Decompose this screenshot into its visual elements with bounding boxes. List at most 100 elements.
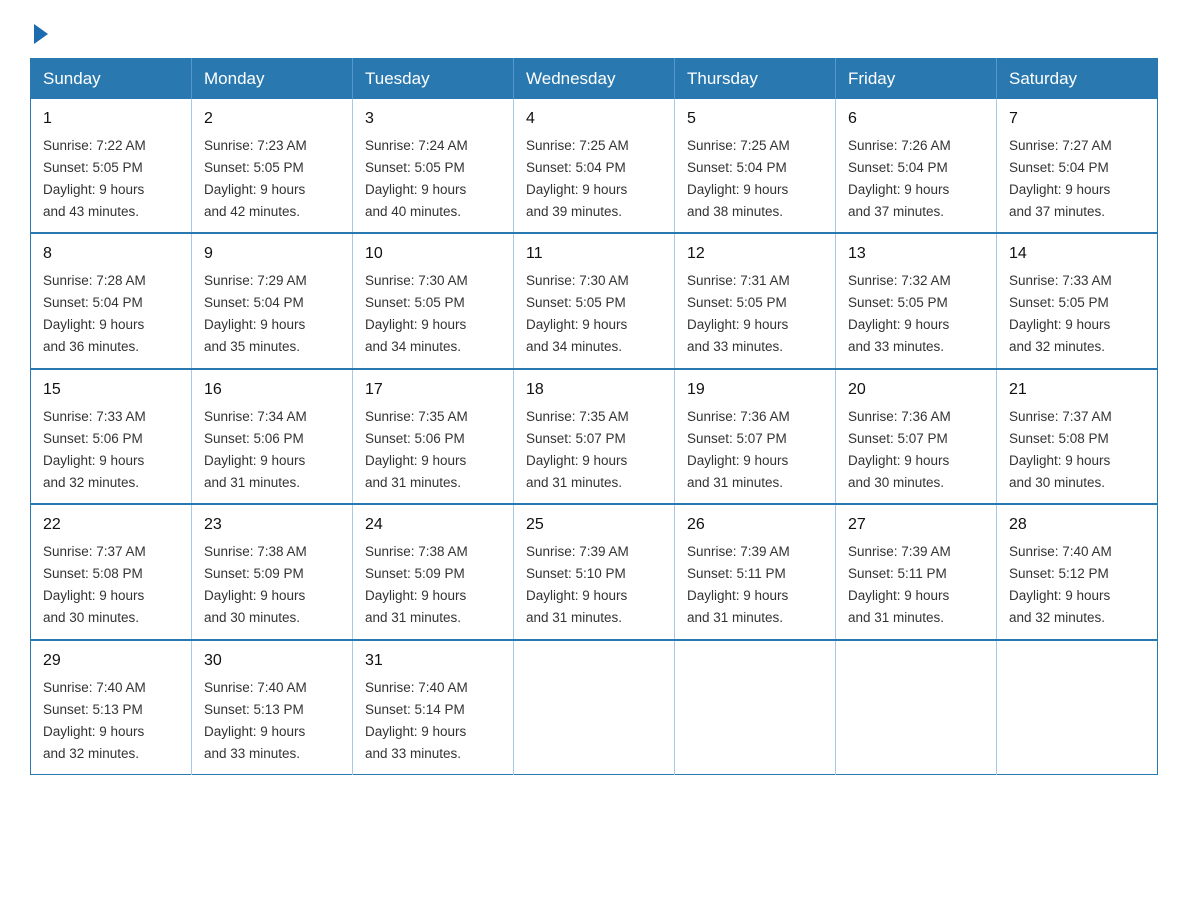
calendar-day-cell: 15 Sunrise: 7:33 AMSunset: 5:06 PMDaylig…: [31, 369, 192, 504]
calendar-day-cell: 4 Sunrise: 7:25 AMSunset: 5:04 PMDayligh…: [514, 99, 675, 233]
day-number: 11: [526, 242, 664, 267]
calendar-day-cell: 29 Sunrise: 7:40 AMSunset: 5:13 PMDaylig…: [31, 640, 192, 775]
calendar-week-row: 29 Sunrise: 7:40 AMSunset: 5:13 PMDaylig…: [31, 640, 1158, 775]
day-number: 6: [848, 107, 986, 132]
weekday-header-row: SundayMondayTuesdayWednesdayThursdayFrid…: [31, 59, 1158, 100]
weekday-header-cell: Wednesday: [514, 59, 675, 100]
day-info: Sunrise: 7:24 AMSunset: 5:05 PMDaylight:…: [365, 138, 468, 219]
day-number: 25: [526, 513, 664, 538]
day-info: Sunrise: 7:38 AMSunset: 5:09 PMDaylight:…: [365, 544, 468, 625]
weekday-header-cell: Saturday: [997, 59, 1158, 100]
day-number: 13: [848, 242, 986, 267]
day-number: 31: [365, 649, 503, 674]
calendar-day-cell: 28 Sunrise: 7:40 AMSunset: 5:12 PMDaylig…: [997, 504, 1158, 639]
day-info: Sunrise: 7:39 AMSunset: 5:11 PMDaylight:…: [848, 544, 951, 625]
day-number: 22: [43, 513, 181, 538]
day-number: 17: [365, 378, 503, 403]
day-info: Sunrise: 7:40 AMSunset: 5:12 PMDaylight:…: [1009, 544, 1112, 625]
day-number: 5: [687, 107, 825, 132]
calendar-day-cell: 18 Sunrise: 7:35 AMSunset: 5:07 PMDaylig…: [514, 369, 675, 504]
day-number: 10: [365, 242, 503, 267]
day-number: 24: [365, 513, 503, 538]
calendar-body: 1 Sunrise: 7:22 AMSunset: 5:05 PMDayligh…: [31, 99, 1158, 775]
day-info: Sunrise: 7:38 AMSunset: 5:09 PMDaylight:…: [204, 544, 307, 625]
calendar-day-cell: 26 Sunrise: 7:39 AMSunset: 5:11 PMDaylig…: [675, 504, 836, 639]
day-number: 15: [43, 378, 181, 403]
calendar-table: SundayMondayTuesdayWednesdayThursdayFrid…: [30, 58, 1158, 775]
day-info: Sunrise: 7:37 AMSunset: 5:08 PMDaylight:…: [1009, 409, 1112, 490]
calendar-day-cell: [675, 640, 836, 775]
day-number: 29: [43, 649, 181, 674]
calendar-day-cell: 5 Sunrise: 7:25 AMSunset: 5:04 PMDayligh…: [675, 99, 836, 233]
day-number: 26: [687, 513, 825, 538]
calendar-week-row: 22 Sunrise: 7:37 AMSunset: 5:08 PMDaylig…: [31, 504, 1158, 639]
calendar-day-cell: 2 Sunrise: 7:23 AMSunset: 5:05 PMDayligh…: [192, 99, 353, 233]
day-info: Sunrise: 7:25 AMSunset: 5:04 PMDaylight:…: [526, 138, 629, 219]
day-info: Sunrise: 7:25 AMSunset: 5:04 PMDaylight:…: [687, 138, 790, 219]
day-number: 3: [365, 107, 503, 132]
day-info: Sunrise: 7:23 AMSunset: 5:05 PMDaylight:…: [204, 138, 307, 219]
calendar-day-cell: [997, 640, 1158, 775]
day-info: Sunrise: 7:30 AMSunset: 5:05 PMDaylight:…: [526, 273, 629, 354]
calendar-day-cell: 11 Sunrise: 7:30 AMSunset: 5:05 PMDaylig…: [514, 233, 675, 368]
calendar-day-cell: 9 Sunrise: 7:29 AMSunset: 5:04 PMDayligh…: [192, 233, 353, 368]
calendar-week-row: 8 Sunrise: 7:28 AMSunset: 5:04 PMDayligh…: [31, 233, 1158, 368]
day-info: Sunrise: 7:32 AMSunset: 5:05 PMDaylight:…: [848, 273, 951, 354]
day-number: 23: [204, 513, 342, 538]
day-info: Sunrise: 7:29 AMSunset: 5:04 PMDaylight:…: [204, 273, 307, 354]
day-info: Sunrise: 7:40 AMSunset: 5:13 PMDaylight:…: [43, 680, 146, 761]
calendar-day-cell: 19 Sunrise: 7:36 AMSunset: 5:07 PMDaylig…: [675, 369, 836, 504]
day-info: Sunrise: 7:39 AMSunset: 5:10 PMDaylight:…: [526, 544, 629, 625]
day-info: Sunrise: 7:30 AMSunset: 5:05 PMDaylight:…: [365, 273, 468, 354]
day-info: Sunrise: 7:40 AMSunset: 5:13 PMDaylight:…: [204, 680, 307, 761]
day-info: Sunrise: 7:27 AMSunset: 5:04 PMDaylight:…: [1009, 138, 1112, 219]
calendar-day-cell: 25 Sunrise: 7:39 AMSunset: 5:10 PMDaylig…: [514, 504, 675, 639]
calendar-day-cell: 10 Sunrise: 7:30 AMSunset: 5:05 PMDaylig…: [353, 233, 514, 368]
day-number: 28: [1009, 513, 1147, 538]
day-number: 12: [687, 242, 825, 267]
calendar-day-cell: 1 Sunrise: 7:22 AMSunset: 5:05 PMDayligh…: [31, 99, 192, 233]
day-info: Sunrise: 7:40 AMSunset: 5:14 PMDaylight:…: [365, 680, 468, 761]
day-info: Sunrise: 7:33 AMSunset: 5:06 PMDaylight:…: [43, 409, 146, 490]
day-number: 20: [848, 378, 986, 403]
day-number: 19: [687, 378, 825, 403]
calendar-day-cell: 16 Sunrise: 7:34 AMSunset: 5:06 PMDaylig…: [192, 369, 353, 504]
day-number: 18: [526, 378, 664, 403]
day-info: Sunrise: 7:36 AMSunset: 5:07 PMDaylight:…: [848, 409, 951, 490]
calendar-day-cell: [836, 640, 997, 775]
calendar-day-cell: 13 Sunrise: 7:32 AMSunset: 5:05 PMDaylig…: [836, 233, 997, 368]
calendar-day-cell: 24 Sunrise: 7:38 AMSunset: 5:09 PMDaylig…: [353, 504, 514, 639]
calendar-day-cell: 31 Sunrise: 7:40 AMSunset: 5:14 PMDaylig…: [353, 640, 514, 775]
day-number: 2: [204, 107, 342, 132]
calendar-day-cell: 6 Sunrise: 7:26 AMSunset: 5:04 PMDayligh…: [836, 99, 997, 233]
calendar-day-cell: 30 Sunrise: 7:40 AMSunset: 5:13 PMDaylig…: [192, 640, 353, 775]
day-number: 16: [204, 378, 342, 403]
day-info: Sunrise: 7:37 AMSunset: 5:08 PMDaylight:…: [43, 544, 146, 625]
day-number: 14: [1009, 242, 1147, 267]
page-header: [30, 20, 1158, 40]
calendar-day-cell: 21 Sunrise: 7:37 AMSunset: 5:08 PMDaylig…: [997, 369, 1158, 504]
calendar-day-cell: [514, 640, 675, 775]
day-info: Sunrise: 7:31 AMSunset: 5:05 PMDaylight:…: [687, 273, 790, 354]
day-info: Sunrise: 7:39 AMSunset: 5:11 PMDaylight:…: [687, 544, 790, 625]
weekday-header-cell: Monday: [192, 59, 353, 100]
calendar-day-cell: 14 Sunrise: 7:33 AMSunset: 5:05 PMDaylig…: [997, 233, 1158, 368]
day-number: 9: [204, 242, 342, 267]
day-info: Sunrise: 7:28 AMSunset: 5:04 PMDaylight:…: [43, 273, 146, 354]
logo: [30, 20, 48, 40]
day-number: 30: [204, 649, 342, 674]
day-info: Sunrise: 7:33 AMSunset: 5:05 PMDaylight:…: [1009, 273, 1112, 354]
day-info: Sunrise: 7:34 AMSunset: 5:06 PMDaylight:…: [204, 409, 307, 490]
calendar-day-cell: 12 Sunrise: 7:31 AMSunset: 5:05 PMDaylig…: [675, 233, 836, 368]
day-number: 4: [526, 107, 664, 132]
calendar-week-row: 1 Sunrise: 7:22 AMSunset: 5:05 PMDayligh…: [31, 99, 1158, 233]
calendar-day-cell: 3 Sunrise: 7:24 AMSunset: 5:05 PMDayligh…: [353, 99, 514, 233]
calendar-week-row: 15 Sunrise: 7:33 AMSunset: 5:06 PMDaylig…: [31, 369, 1158, 504]
day-info: Sunrise: 7:26 AMSunset: 5:04 PMDaylight:…: [848, 138, 951, 219]
day-number: 21: [1009, 378, 1147, 403]
calendar-day-cell: 8 Sunrise: 7:28 AMSunset: 5:04 PMDayligh…: [31, 233, 192, 368]
calendar-day-cell: 20 Sunrise: 7:36 AMSunset: 5:07 PMDaylig…: [836, 369, 997, 504]
day-info: Sunrise: 7:35 AMSunset: 5:07 PMDaylight:…: [526, 409, 629, 490]
calendar-day-cell: 17 Sunrise: 7:35 AMSunset: 5:06 PMDaylig…: [353, 369, 514, 504]
logo-arrow-icon: [34, 24, 48, 44]
